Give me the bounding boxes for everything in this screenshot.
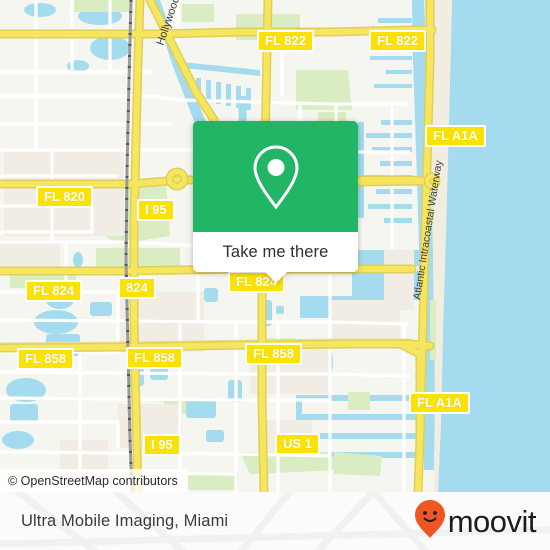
place-title-text: Ultra Mobile Imaging, Miami xyxy=(21,511,229,530)
popup-pin-panel xyxy=(193,121,358,232)
take-me-there-label: Take me there xyxy=(222,242,329,261)
popup-tail xyxy=(264,272,287,283)
osm-attribution-text: © OpenStreetMap contributors xyxy=(8,473,178,488)
highway-shield: FL A1A xyxy=(425,125,486,147)
highway-shield: FL 822 xyxy=(257,30,314,52)
place-popup[interactable]: Take me there xyxy=(193,121,358,283)
place-title: Ultra Mobile Imaging, Miami xyxy=(21,492,228,550)
map-canvas[interactable]: Hollywood Canal Atlantic Intracoastal Wa… xyxy=(0,0,550,492)
moovit-pin-icon xyxy=(414,499,445,543)
highway-shield: FL 858 xyxy=(245,343,302,365)
highway-shield: FL 858 xyxy=(126,347,183,369)
highway-shield: I 95 xyxy=(143,434,181,456)
take-me-there-button[interactable]: Take me there xyxy=(193,232,358,272)
map-screenshot: Hollywood Canal Atlantic Intracoastal Wa… xyxy=(0,0,550,550)
footer-bar: Ultra Mobile Imaging, Miami moovit xyxy=(0,492,550,550)
highway-shield: FL 858 xyxy=(17,348,74,370)
highway-shield: FL 820 xyxy=(36,186,93,208)
highway-shield: FL 822 xyxy=(369,30,426,52)
location-pin-icon xyxy=(250,143,302,211)
highway-shield: 824 xyxy=(118,277,156,299)
highway-shield: FL 824 xyxy=(25,280,82,302)
highway-shield: I 95 xyxy=(137,199,175,221)
osm-attribution[interactable]: © OpenStreetMap contributors xyxy=(0,469,188,492)
highway-shield: US 1 xyxy=(275,433,320,455)
highway-shield: FL A1A xyxy=(409,392,470,414)
moovit-logo[interactable]: moovit xyxy=(414,492,537,550)
moovit-wordmark: moovit xyxy=(447,503,537,539)
